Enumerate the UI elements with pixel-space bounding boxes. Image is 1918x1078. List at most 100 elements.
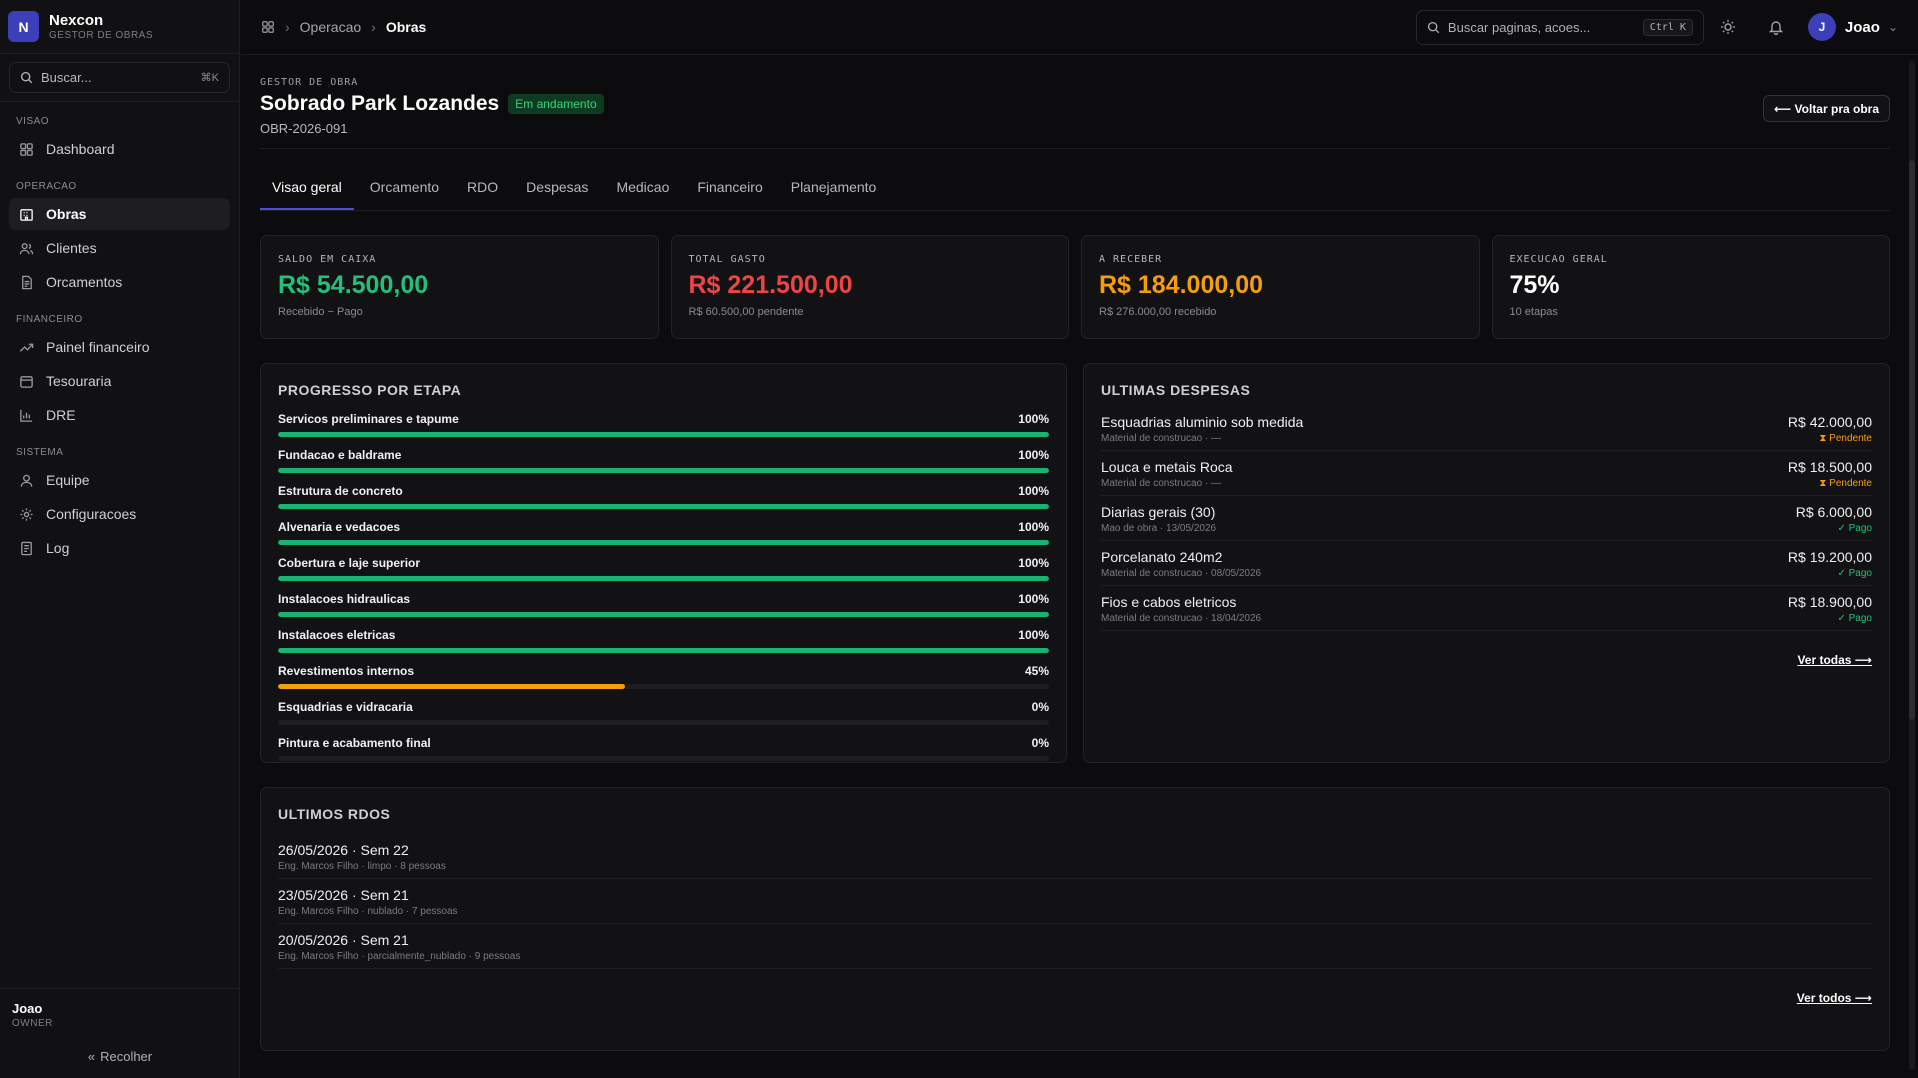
sidebar-item-label: Orcamentos <box>46 274 123 290</box>
sidebar-item-clientes[interactable]: Clientes <box>9 232 230 264</box>
tab-despesas[interactable]: Despesas <box>514 171 600 210</box>
see-all-expenses-link[interactable]: Ver todas ⟶ <box>1101 653 1872 667</box>
global-search-input[interactable]: Buscar paginas, acoes... Ctrl K <box>1415 9 1704 45</box>
sidebar-item-log[interactable]: Log <box>9 532 230 564</box>
sun-icon <box>1720 20 1735 34</box>
expense-meta: Mao de obra · 13/05/2026 <box>1101 523 1217 534</box>
scrollbar[interactable] <box>1909 60 1915 1070</box>
see-all-rdos-link[interactable]: Ver todos ⟶ <box>278 991 1872 1005</box>
tab-medicao[interactable]: Medicao <box>604 171 681 210</box>
rdo-title: 26/05/2026 · Sem 22 <box>278 842 409 858</box>
stage-progress-fill <box>278 576 1049 581</box>
sidebar-search[interactable]: Buscar... ⌘K <box>9 62 230 93</box>
trend-icon <box>18 339 34 355</box>
stage-progress-bar <box>278 576 1049 581</box>
users-icon <box>18 240 34 256</box>
breadcrumb-operacao[interactable]: Operacao <box>300 19 361 35</box>
back-to-obra-button[interactable]: ⟵ Voltar pra obra <box>1763 95 1890 122</box>
scrollbar-thumb[interactable] <box>1909 160 1915 720</box>
tab-planejamento[interactable]: Planejamento <box>779 171 889 210</box>
sidebar-item-tesouraria[interactable]: Tesouraria <box>9 365 230 397</box>
sidebar-item-equipe[interactable]: Equipe <box>9 464 230 496</box>
expense-value: R$ 19.200,00 <box>1787 549 1872 565</box>
user-icon <box>18 472 34 488</box>
stage-row: Instalacoes hidraulicas 100% <box>278 592 1049 617</box>
avatar: J <box>1807 13 1836 41</box>
sidebar-item-label: Log <box>46 540 70 556</box>
sidebar-item-label: Equipe <box>46 472 90 488</box>
expense-row[interactable]: Diarias gerais (30) Mao de obra · 13/05/2… <box>1101 496 1872 541</box>
tab-orcamento[interactable]: Orcamento <box>358 171 451 210</box>
stage-row: Fundacao e baldrame 100% <box>278 448 1049 473</box>
rdos-panel: ULTIMOS RDOS 26/05/2026 · Sem 22 Eng. Mar… <box>260 787 1890 1051</box>
sidebar-user-name: Joao <box>12 1001 43 1016</box>
kpi-cards: SALDO EM CAIXA R$ 54.500,00 Recebido − P… <box>260 235 1890 339</box>
theme-toggle-button[interactable] <box>1704 19 1752 35</box>
rdo-row[interactable]: 23/05/2026 · Sem 21 Eng. Marcos Filho · n… <box>278 879 1872 924</box>
stage-name: Instalacoes hidraulicas <box>278 592 411 606</box>
notifications-button[interactable] <box>1752 19 1800 35</box>
kpi-label: EXECUCAO GERAL <box>1509 254 1608 265</box>
expense-value: R$ 18.900,00 <box>1787 594 1872 610</box>
expense-row[interactable]: Porcelanato 240m2 Material de construcao … <box>1101 541 1872 586</box>
status-badge: Em andamento <box>508 94 604 114</box>
stage-percent: 45% <box>1024 664 1049 678</box>
rdo-row[interactable]: 20/05/2026 · Sem 21 Eng. Marcos Filho · p… <box>278 924 1872 969</box>
stage-progress-bar <box>278 504 1049 509</box>
obra-code: OBR-2026-091 <box>260 121 348 136</box>
kpi-sub: 10 etapas <box>1509 306 1558 318</box>
expense-value: R$ 6.000,00 <box>1795 504 1872 520</box>
brand-logo: N <box>8 11 39 42</box>
expense-name: Louca e metais Roca <box>1101 459 1233 475</box>
sidebar-search-placeholder: Buscar... <box>41 70 92 85</box>
brand-subtitle: GESTOR DE OBRAS <box>49 30 154 41</box>
page-title: Sobrado Park Lozandes <box>260 92 500 115</box>
rdo-row[interactable]: 26/05/2026 · Sem 22 Eng. Marcos Filho · l… <box>278 834 1872 879</box>
sidebar-item-label: Obras <box>46 206 87 222</box>
kpi-value: 75% <box>1509 271 1560 299</box>
grid-icon[interactable] <box>261 20 275 34</box>
stage-row: Estrutura de concreto 100% <box>278 484 1049 509</box>
sidebar-item-dre[interactable]: DRE <box>9 399 230 431</box>
sidebar: N Nexcon GESTOR DE OBRAS Buscar... ⌘K VI… <box>0 0 240 1078</box>
expense-row[interactable]: Louca e metais Roca Material de construca… <box>1101 451 1872 496</box>
sidebar-item-orcamentos[interactable]: Orcamentos <box>9 266 230 298</box>
sidebar-item-label: Painel financeiro <box>46 339 150 355</box>
user-menu[interactable]: J Joao ⌄ <box>1807 13 1898 41</box>
sidebar-item-configuracoes[interactable]: Configuracoes <box>9 498 230 530</box>
brand[interactable]: N Nexcon GESTOR DE OBRAS <box>0 0 239 54</box>
collapse-label: Recolher <box>100 1049 153 1064</box>
stage-name: Cobertura e laje superior <box>278 556 421 570</box>
collapse-button[interactable]: « Recolher <box>12 1049 228 1064</box>
stage-name: Revestimentos internos <box>278 664 415 678</box>
stage-percent: 100% <box>1018 448 1049 462</box>
tab-financeiro[interactable]: Financeiro <box>685 171 774 210</box>
bar-chart-icon <box>18 407 34 423</box>
kpi-value: R$ 221.500,00 <box>688 271 853 299</box>
kpi-sub: R$ 276.000,00 recebido <box>1099 306 1217 318</box>
sidebar-item-dashboard[interactable]: Dashboard <box>9 133 230 165</box>
tab-rdo[interactable]: RDO <box>455 171 510 210</box>
expense-row[interactable]: Fios e cabos eletricos Material de constr… <box>1101 586 1872 631</box>
kpi-value: R$ 184.000,00 <box>1099 271 1264 299</box>
breadcrumb-obras[interactable]: Obras <box>386 19 426 35</box>
sidebar-item-label: Dashboard <box>46 141 115 157</box>
expense-name: Porcelanato 240m2 <box>1101 549 1223 565</box>
stage-progress-bar <box>278 612 1049 617</box>
sidebar-item-painel-financeiro[interactable]: Painel financeiro <box>9 331 230 363</box>
chevrons-left-icon: « <box>87 1049 96 1064</box>
stage-percent: 100% <box>1018 592 1049 606</box>
stage-progress-fill <box>278 468 1049 473</box>
tab-bar: Visao geral Orcamento RDO Despesas Medic… <box>260 171 1890 211</box>
progress-panel: PROGRESSO POR ETAPA Servicos preliminare… <box>260 363 1067 763</box>
expense-row[interactable]: Esquadrias aluminio sob medida Material d… <box>1101 406 1872 451</box>
expense-status: ⧗ Pendente <box>1819 433 1872 444</box>
tab-visao-geral[interactable]: Visao geral <box>260 171 354 210</box>
row-progress-expenses: PROGRESSO POR ETAPA Servicos preliminare… <box>260 363 1890 763</box>
sidebar-item-obras[interactable]: Obras <box>9 198 230 230</box>
gear-icon <box>18 506 34 522</box>
panel-title: ULTIMAS DESPESAS <box>1101 382 1251 398</box>
expense-value: R$ 42.000,00 <box>1787 414 1872 430</box>
expense-status: ⧗ Pendente <box>1819 478 1872 489</box>
sidebar-footer: Joao OWNER « Recolher <box>0 988 240 1078</box>
